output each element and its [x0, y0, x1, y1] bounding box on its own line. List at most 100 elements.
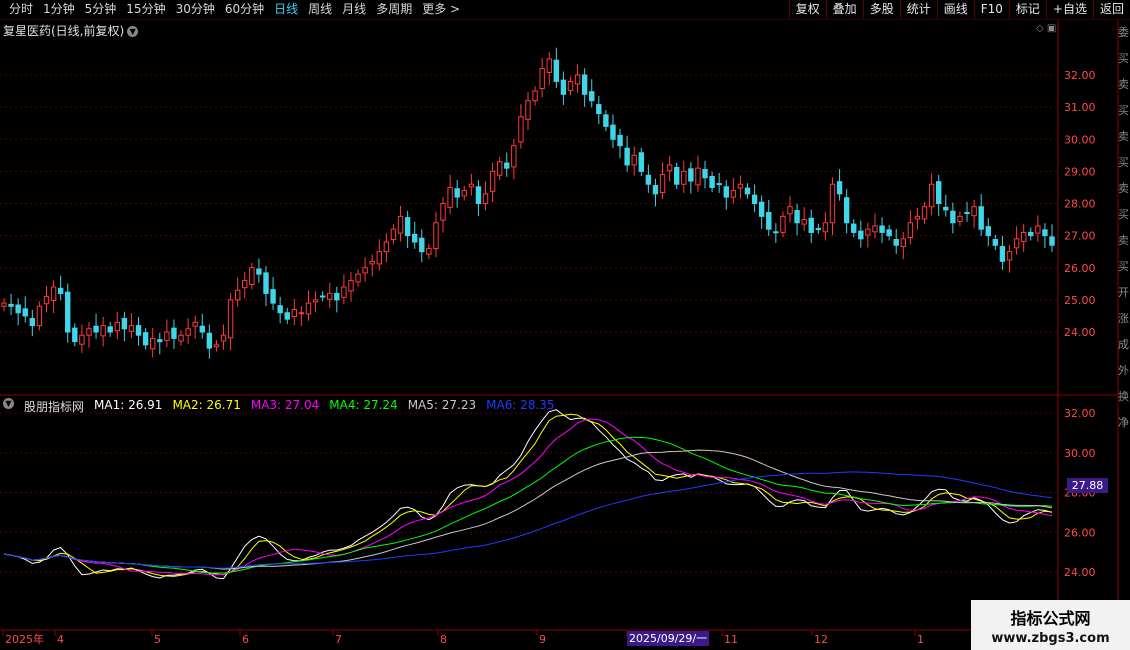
candle-body: [404, 217, 411, 237]
candle-body: [284, 312, 290, 320]
candle-body: [879, 225, 885, 233]
right-strip-label: 成: [1118, 338, 1129, 351]
candle-body: [93, 325, 99, 333]
date-axis-label: 1: [917, 633, 924, 646]
candle-body: [936, 181, 942, 204]
right-strip-label: 外: [1118, 364, 1129, 377]
candle-body: [1020, 231, 1027, 242]
candle-body: [426, 247, 432, 255]
candle-body: [234, 289, 241, 301]
candle-body: [489, 170, 496, 192]
candle-body: [397, 215, 404, 234]
candle-body: [213, 344, 220, 348]
candle-body: [412, 233, 418, 243]
candle-body: [86, 328, 92, 336]
candle-body: [624, 147, 630, 166]
candle-body: [496, 161, 503, 176]
candle-body: [475, 186, 482, 204]
candle-body: [511, 145, 517, 168]
candle-body: [610, 124, 616, 140]
candle-body: [242, 280, 248, 289]
candle-body: [362, 267, 368, 274]
watermark: 指标公式网 www.zbgs3.com: [971, 600, 1130, 650]
candle-body: [808, 217, 814, 233]
candle-body: [206, 332, 213, 349]
candle-body: [1013, 238, 1020, 249]
candle-body: [291, 309, 298, 318]
candle-body: [433, 222, 439, 249]
candle-body: [709, 176, 715, 188]
main-axis-label: 28.00: [1064, 198, 1096, 211]
candle-body: [539, 68, 545, 89]
candle-body: [638, 152, 644, 172]
date-axis-label: 8: [440, 633, 447, 646]
candle-body: [865, 228, 871, 236]
candle-body: [79, 334, 85, 345]
current-value-label: 27.88: [1067, 478, 1108, 493]
candle-body: [766, 211, 772, 230]
indicator-axis-label: 32.00: [1064, 407, 1096, 420]
candle-body: [659, 174, 666, 194]
candle-body: [454, 188, 460, 198]
candle-body: [461, 190, 467, 197]
main-axis-label: 30.00: [1064, 133, 1096, 146]
candle-body: [978, 206, 984, 230]
candle-body: [270, 289, 276, 304]
candle-body: [567, 80, 574, 91]
price-chart-canvas[interactable]: 32.00 31.00 30.00 29.00 28.00 27.00 26.00 25.00…: [0, 0, 1130, 650]
candle-body: [843, 197, 850, 224]
date-axis-label: 4: [57, 633, 64, 646]
watermark-title: 指标公式网: [1010, 609, 1091, 628]
main-axis-label: 31.00: [1064, 101, 1096, 114]
ma-legend-item: MA3: 27.04: [250, 398, 320, 412]
candle-body: [447, 186, 453, 208]
watermark-url: www.zbgs3.com: [991, 631, 1110, 646]
candle-body: [36, 305, 43, 327]
date-axis-label: 2025年: [5, 632, 44, 646]
candle-body: [121, 318, 128, 330]
candle-body: [666, 164, 673, 172]
right-strip-label: 买: [1118, 156, 1129, 169]
candle-body: [29, 318, 36, 327]
indicator-name[interactable]: 股朋指标网: [24, 398, 84, 415]
candle-body: [142, 332, 149, 346]
candle-body: [185, 328, 191, 336]
candle-body: [128, 325, 135, 332]
indicator-menu-icon[interactable]: ▼: [3, 398, 14, 409]
candle-body: [758, 201, 765, 217]
candle-body: [914, 215, 921, 220]
candle-body: [971, 206, 977, 217]
candle-body: [298, 312, 305, 315]
candle-body: [114, 321, 120, 332]
candle-body: [716, 183, 722, 186]
candle-body: [383, 241, 390, 253]
cursor-date-label: 2025/09/29/一: [627, 631, 709, 646]
candle-body: [72, 327, 78, 343]
candle-body: [312, 299, 319, 303]
ma-legend-item: MA2: 26.71: [172, 398, 241, 412]
right-strip-label: 换: [1118, 390, 1129, 403]
candle-body: [950, 210, 956, 224]
ma-legend-item: MA6: 28.35: [486, 398, 555, 412]
candle-body: [603, 114, 609, 127]
candle-body: [631, 154, 637, 166]
candle-body: [107, 326, 113, 333]
candle-body: [822, 222, 829, 233]
candle-body: [1028, 231, 1034, 237]
candle-body: [532, 90, 538, 102]
candle-body: [900, 238, 906, 248]
candle-body: [157, 339, 163, 343]
candle-body: [872, 225, 878, 233]
candle-body: [376, 251, 382, 265]
indicator-axis-label: 30.00: [1064, 447, 1096, 460]
candle-body: [482, 193, 489, 205]
candle-body: [419, 237, 425, 253]
candle-body: [688, 168, 694, 182]
ma-legend-item: MA1: 26.91: [94, 398, 163, 412]
candle-body: [695, 167, 701, 186]
date-axis-label: 12: [814, 633, 828, 646]
candle-body: [794, 210, 800, 224]
candle-body: [440, 203, 446, 221]
indicator-legend: ▼ 股朋指标网 MA1: 26.91 MA2: 26.71 MA3: 27.04 MA…: [3, 398, 555, 415]
right-strip-label: 委: [1118, 26, 1129, 39]
